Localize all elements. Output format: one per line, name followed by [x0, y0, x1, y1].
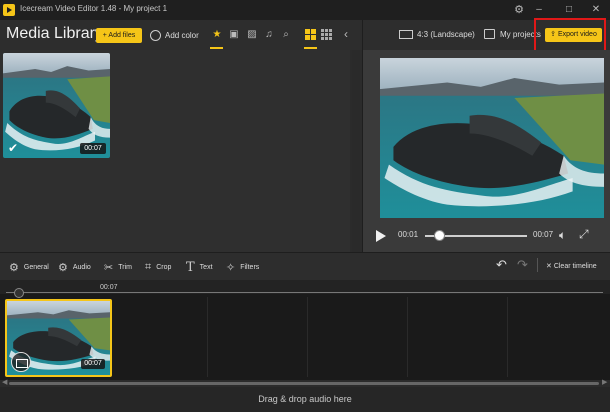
- gear-icon: ⚙: [9, 261, 19, 274]
- filters-label: Filters: [240, 263, 260, 271]
- crop-label: Crop: [156, 263, 172, 271]
- text-label: Text: [199, 263, 213, 271]
- redo-icon[interactable]: ↷: [517, 257, 528, 273]
- scissors-icon: ✂: [104, 261, 114, 274]
- image-icon[interactable]: ▨: [246, 29, 258, 41]
- playhead-handle[interactable]: [14, 288, 24, 298]
- media-duration: 00:07: [80, 143, 106, 154]
- grid-large-icon[interactable]: [305, 29, 316, 40]
- aspect-ratio-label: 4:3 (Landscape): [417, 29, 475, 39]
- track-gridline: [307, 297, 308, 377]
- audio-drop-zone[interactable]: Drag & drop audio here: [0, 387, 610, 412]
- current-time: 00:01: [398, 230, 419, 239]
- crop-icon: ⌗: [145, 260, 152, 273]
- track-gridline: [407, 297, 408, 377]
- active-view-indicator: [304, 47, 317, 49]
- filters-icon: ✧: [226, 261, 236, 274]
- add-color-button[interactable]: Add color: [150, 27, 199, 43]
- toolbar-separator: [537, 258, 538, 272]
- track-gridline: [207, 297, 208, 377]
- music-icon[interactable]: ♫: [263, 29, 275, 41]
- filters-button[interactable]: ✧ Filters: [226, 261, 260, 274]
- add-files-button[interactable]: + Add files: [96, 28, 142, 43]
- general-button[interactable]: ⚙ General: [9, 261, 49, 274]
- checkmark-icon: ✔: [8, 141, 19, 155]
- trim-label: Trim: [118, 263, 132, 271]
- scroll-left-icon[interactable]: ◀: [2, 378, 7, 386]
- video-preview-image: [380, 58, 604, 218]
- active-filter-indicator: [210, 47, 223, 49]
- text-button[interactable]: T Text: [186, 259, 213, 275]
- trim-button[interactable]: ✂ Trim: [104, 261, 132, 274]
- projects-icon: [484, 29, 495, 39]
- audio-button[interactable]: ⚙ Audio: [58, 261, 91, 274]
- undo-icon[interactable]: ↶: [496, 257, 507, 273]
- scroll-right-icon[interactable]: ▶: [602, 378, 607, 386]
- fullscreen-icon[interactable]: ⤢: [579, 227, 589, 242]
- clip-duration: 00:07: [81, 359, 105, 369]
- close-button[interactable]: ✕: [581, 0, 610, 20]
- ruler-time-label: 00:07: [100, 284, 118, 291]
- maximize-button[interactable]: □: [554, 0, 584, 20]
- search-icon[interactable]: ⌕: [280, 29, 292, 41]
- add-color-label: Add color: [165, 30, 199, 40]
- media-library-title: Media Library: [6, 25, 103, 42]
- audio-settings-icon: ⚙: [58, 261, 68, 274]
- close-icon: ✕: [546, 263, 554, 270]
- audio-label: Audio: [72, 263, 91, 271]
- volume-icon[interactable]: 🔈︎: [559, 228, 566, 243]
- aspect-ratio-button[interactable]: 4:3 (Landscape): [399, 27, 475, 41]
- minimize-button[interactable]: –: [524, 0, 554, 20]
- library-scrollbar[interactable]: [352, 50, 360, 252]
- video-preview[interactable]: [380, 58, 604, 218]
- clip-aspect-icon[interactable]: [11, 352, 31, 372]
- text-icon: T: [186, 259, 195, 275]
- total-time: 00:07: [533, 230, 554, 239]
- clear-timeline-button[interactable]: ✕ Clear timeline: [546, 262, 597, 270]
- play-icon[interactable]: [374, 230, 386, 242]
- star-icon[interactable]: ★: [211, 29, 223, 41]
- clear-timeline-label: Clear timeline: [553, 263, 597, 270]
- seek-handle[interactable]: [433, 230, 445, 241]
- crop-button[interactable]: ⌗ Crop: [145, 261, 171, 273]
- grid-small-icon[interactable]: [321, 29, 332, 40]
- window-title: Icecream Video Editor 1.48 - My project …: [20, 4, 168, 13]
- aspect-ratio-icon: [399, 29, 413, 39]
- collapse-panel-icon[interactable]: ‹: [344, 27, 348, 41]
- app-logo-icon: [3, 4, 15, 16]
- track-gridline: [507, 297, 508, 377]
- palette-icon: [150, 29, 161, 41]
- title-bar: Icecream Video Editor 1.48 - My project …: [0, 0, 610, 20]
- ruler-line: [6, 292, 603, 293]
- film-icon[interactable]: ▣: [228, 29, 240, 41]
- general-label: General: [23, 263, 49, 271]
- timeline-scrollbar[interactable]: [9, 382, 599, 385]
- my-projects-button[interactable]: My projects: [484, 27, 541, 41]
